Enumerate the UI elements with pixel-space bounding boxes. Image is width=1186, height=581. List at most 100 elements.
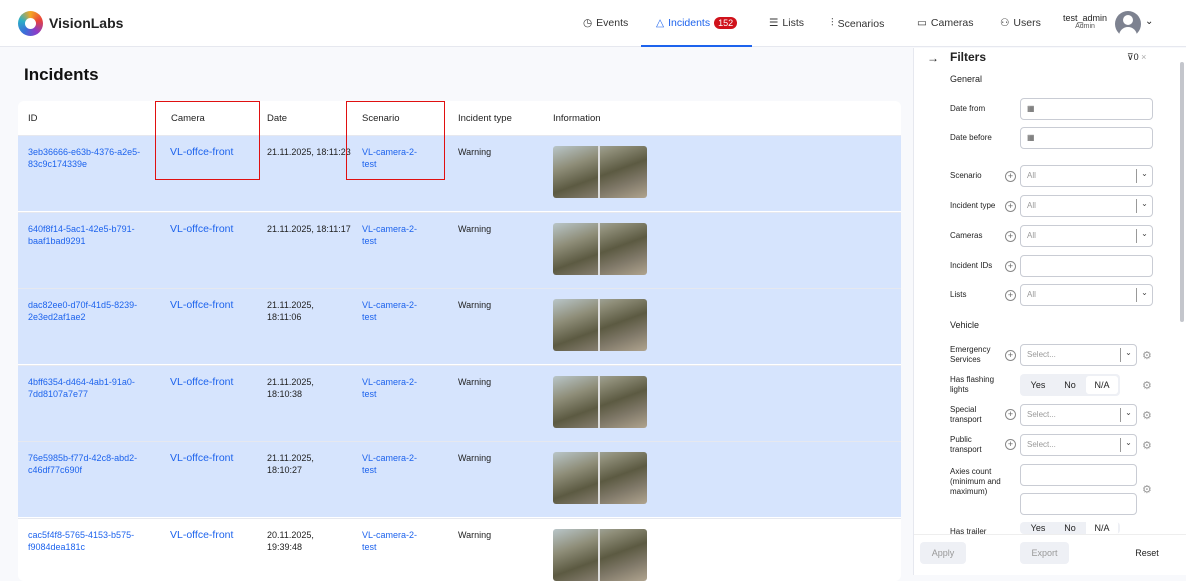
option-no[interactable]: No	[1054, 522, 1086, 534]
scenario-link[interactable]: VL-camera-2-test	[362, 299, 428, 323]
camera-link[interactable]: VL-offce-front	[170, 529, 233, 541]
avatar[interactable]	[1115, 11, 1141, 37]
emergency-services-select[interactable]: Select...⌄	[1020, 344, 1137, 366]
scenario-link[interactable]: VL-camera-2-test	[362, 376, 428, 400]
add-icon[interactable]: +	[1005, 171, 1016, 182]
add-icon[interactable]: +	[1005, 261, 1016, 272]
nav-users[interactable]: ⚇Users	[1000, 17, 1041, 29]
scenario-link[interactable]: VL-camera-2-test	[362, 529, 428, 553]
warning-icon: △	[656, 17, 664, 29]
incident-id-link[interactable]: cac5f4f8-5765-4153-b575-f9084dea181c	[28, 529, 156, 553]
has-trailer-toggle[interactable]: YesNoN/A	[1020, 522, 1120, 534]
add-icon[interactable]: +	[1005, 201, 1016, 212]
add-icon[interactable]: +	[1005, 231, 1016, 242]
column-header-date: Date	[267, 113, 287, 124]
nav-scenarios[interactable]: ⫶Scenarios	[831, 17, 884, 30]
special-transport-select[interactable]: Select...⌄	[1020, 404, 1137, 426]
date-from-input[interactable]: ▦	[1020, 98, 1153, 120]
incident-snapshot-image[interactable]	[553, 376, 647, 428]
public-transport-select[interactable]: Select...⌄	[1020, 434, 1137, 456]
user-name: test_admin	[1063, 13, 1107, 23]
axles-count-label: Axies count (minimum and maximum)	[950, 467, 1002, 497]
scenario-label: Scenario	[950, 171, 982, 181]
table-row[interactable]: 4bff6354-d464-4ab1-91a0-7dd8107a7e77 VL-…	[18, 365, 901, 441]
user-info[interactable]: test_adminAdmin	[1063, 13, 1107, 30]
nav-cameras[interactable]: ▭Cameras	[917, 17, 974, 29]
filter-count-value: 0	[1134, 52, 1139, 62]
camera-link[interactable]: VL-offce-front	[170, 299, 233, 311]
incident-date: 21.11.2025, 18:11:17	[267, 223, 357, 235]
gear-icon[interactable]: ⚙	[1142, 409, 1152, 422]
chevron-down-icon: ⌄	[1136, 229, 1152, 243]
nav-incidents[interactable]: △Incidents152	[656, 17, 737, 29]
section-general: General	[950, 74, 982, 84]
clock-icon: ◷	[583, 17, 592, 29]
export-button[interactable]: Export	[1020, 542, 1069, 564]
option-yes[interactable]: Yes	[1022, 376, 1054, 394]
incident-type: Warning	[458, 452, 491, 464]
incident-id-link[interactable]: dac82ee0-d70f-41d5-8239-2e3ed2af1ae2	[28, 299, 156, 323]
option-na[interactable]: N/A	[1086, 522, 1118, 534]
option-na[interactable]: N/A	[1086, 376, 1118, 394]
add-icon[interactable]: +	[1005, 439, 1016, 450]
table-row[interactable]: 640f8f14-5ac1-42e5-b791-baaf1bad9291 VL-…	[18, 212, 901, 288]
flashing-lights-toggle[interactable]: YesNoN/A	[1020, 374, 1120, 396]
option-yes[interactable]: Yes	[1022, 522, 1054, 534]
gear-icon[interactable]: ⚙	[1142, 483, 1152, 496]
scenario-select[interactable]: All⌄	[1020, 165, 1153, 187]
gear-icon[interactable]: ⚙	[1142, 439, 1152, 452]
scenario-link[interactable]: VL-camera-2-test	[362, 223, 428, 247]
incident-id-link[interactable]: 640f8f14-5ac1-42e5-b791-baaf1bad9291	[28, 223, 156, 247]
incident-snapshot-image[interactable]	[553, 146, 647, 198]
incident-snapshot-image[interactable]	[553, 299, 647, 351]
table-row[interactable]: 3eb36666-e63b-4376-a2e5-83c9c174339e VL-…	[18, 135, 901, 211]
incident-type: Warning	[458, 223, 491, 235]
add-icon[interactable]: +	[1005, 409, 1016, 420]
filters-scrollbar[interactable]	[1180, 62, 1184, 322]
date-before-input[interactable]: ▦	[1020, 127, 1153, 149]
incident-snapshot-image[interactable]	[553, 529, 647, 581]
incident-snapshot-image[interactable]	[553, 452, 647, 504]
table-row[interactable]: cac5f4f8-5765-4153-b575-f9084dea181c VL-…	[18, 518, 901, 581]
incident-snapshot-image[interactable]	[553, 223, 647, 275]
incident-id-link[interactable]: 4bff6354-d464-4ab1-91a0-7dd8107a7e77	[28, 376, 156, 400]
select-value: All	[1027, 201, 1036, 210]
incident-type-select[interactable]: All⌄	[1020, 195, 1153, 217]
axles-max-input[interactable]	[1020, 493, 1137, 515]
add-icon[interactable]: +	[1005, 350, 1016, 361]
collapse-arrow-icon[interactable]: →	[927, 51, 939, 65]
cameras-select[interactable]: All⌄	[1020, 225, 1153, 247]
gear-icon[interactable]: ⚙	[1142, 349, 1152, 362]
select-placeholder: Select...	[1027, 410, 1056, 419]
camera-link[interactable]: VL-offce-front	[170, 376, 233, 388]
calendar-icon: ▦	[1027, 133, 1035, 142]
camera-link[interactable]: VL-offce-front	[170, 223, 233, 235]
sliders-icon: ⫶	[831, 17, 834, 30]
reset-button[interactable]: Reset	[1122, 542, 1172, 564]
scenario-link[interactable]: VL-camera-2-test	[362, 452, 428, 476]
incident-id-link[interactable]: 76e5985b-f77d-42c8-abd2-c46df77c690f	[28, 452, 156, 476]
flashing-lights-label: Has flashing lights	[950, 375, 1005, 395]
add-icon[interactable]: +	[1005, 290, 1016, 301]
incident-ids-input[interactable]	[1020, 255, 1153, 277]
filters-title: Filters	[950, 50, 986, 64]
chevron-down-icon: ⌄	[1120, 348, 1136, 362]
highlight-box-scenario	[346, 101, 445, 180]
filter-count[interactable]: ⊽0 ×	[1127, 52, 1146, 63]
axles-min-input[interactable]	[1020, 464, 1137, 486]
nav-lists[interactable]: ☰Lists	[769, 17, 804, 29]
incident-id-link[interactable]: 3eb36666-e63b-4376-a2e5-83c9c174339e	[28, 146, 156, 170]
lists-select[interactable]: All⌄	[1020, 284, 1153, 306]
clear-filters-icon[interactable]: ×	[1141, 52, 1146, 62]
apply-button[interactable]: Apply	[920, 542, 966, 564]
nav-label: Incidents	[668, 17, 710, 29]
chevron-down-icon: ⌄	[1136, 169, 1152, 183]
option-no[interactable]: No	[1054, 376, 1086, 394]
gear-icon[interactable]: ⚙	[1142, 379, 1152, 392]
table-row[interactable]: dac82ee0-d70f-41d5-8239-2e3ed2af1ae2 VL-…	[18, 288, 901, 364]
nav-events[interactable]: ◷Events	[583, 17, 628, 29]
table-row[interactable]: 76e5985b-f77d-42c8-abd2-c46df77c690f VL-…	[18, 441, 901, 517]
top-header: VisionLabs ◷Events △Incidents152 ☰Lists …	[0, 0, 1186, 47]
chevron-down-icon[interactable]: ⌄	[1145, 16, 1153, 27]
camera-link[interactable]: VL-offce-front	[170, 452, 233, 464]
